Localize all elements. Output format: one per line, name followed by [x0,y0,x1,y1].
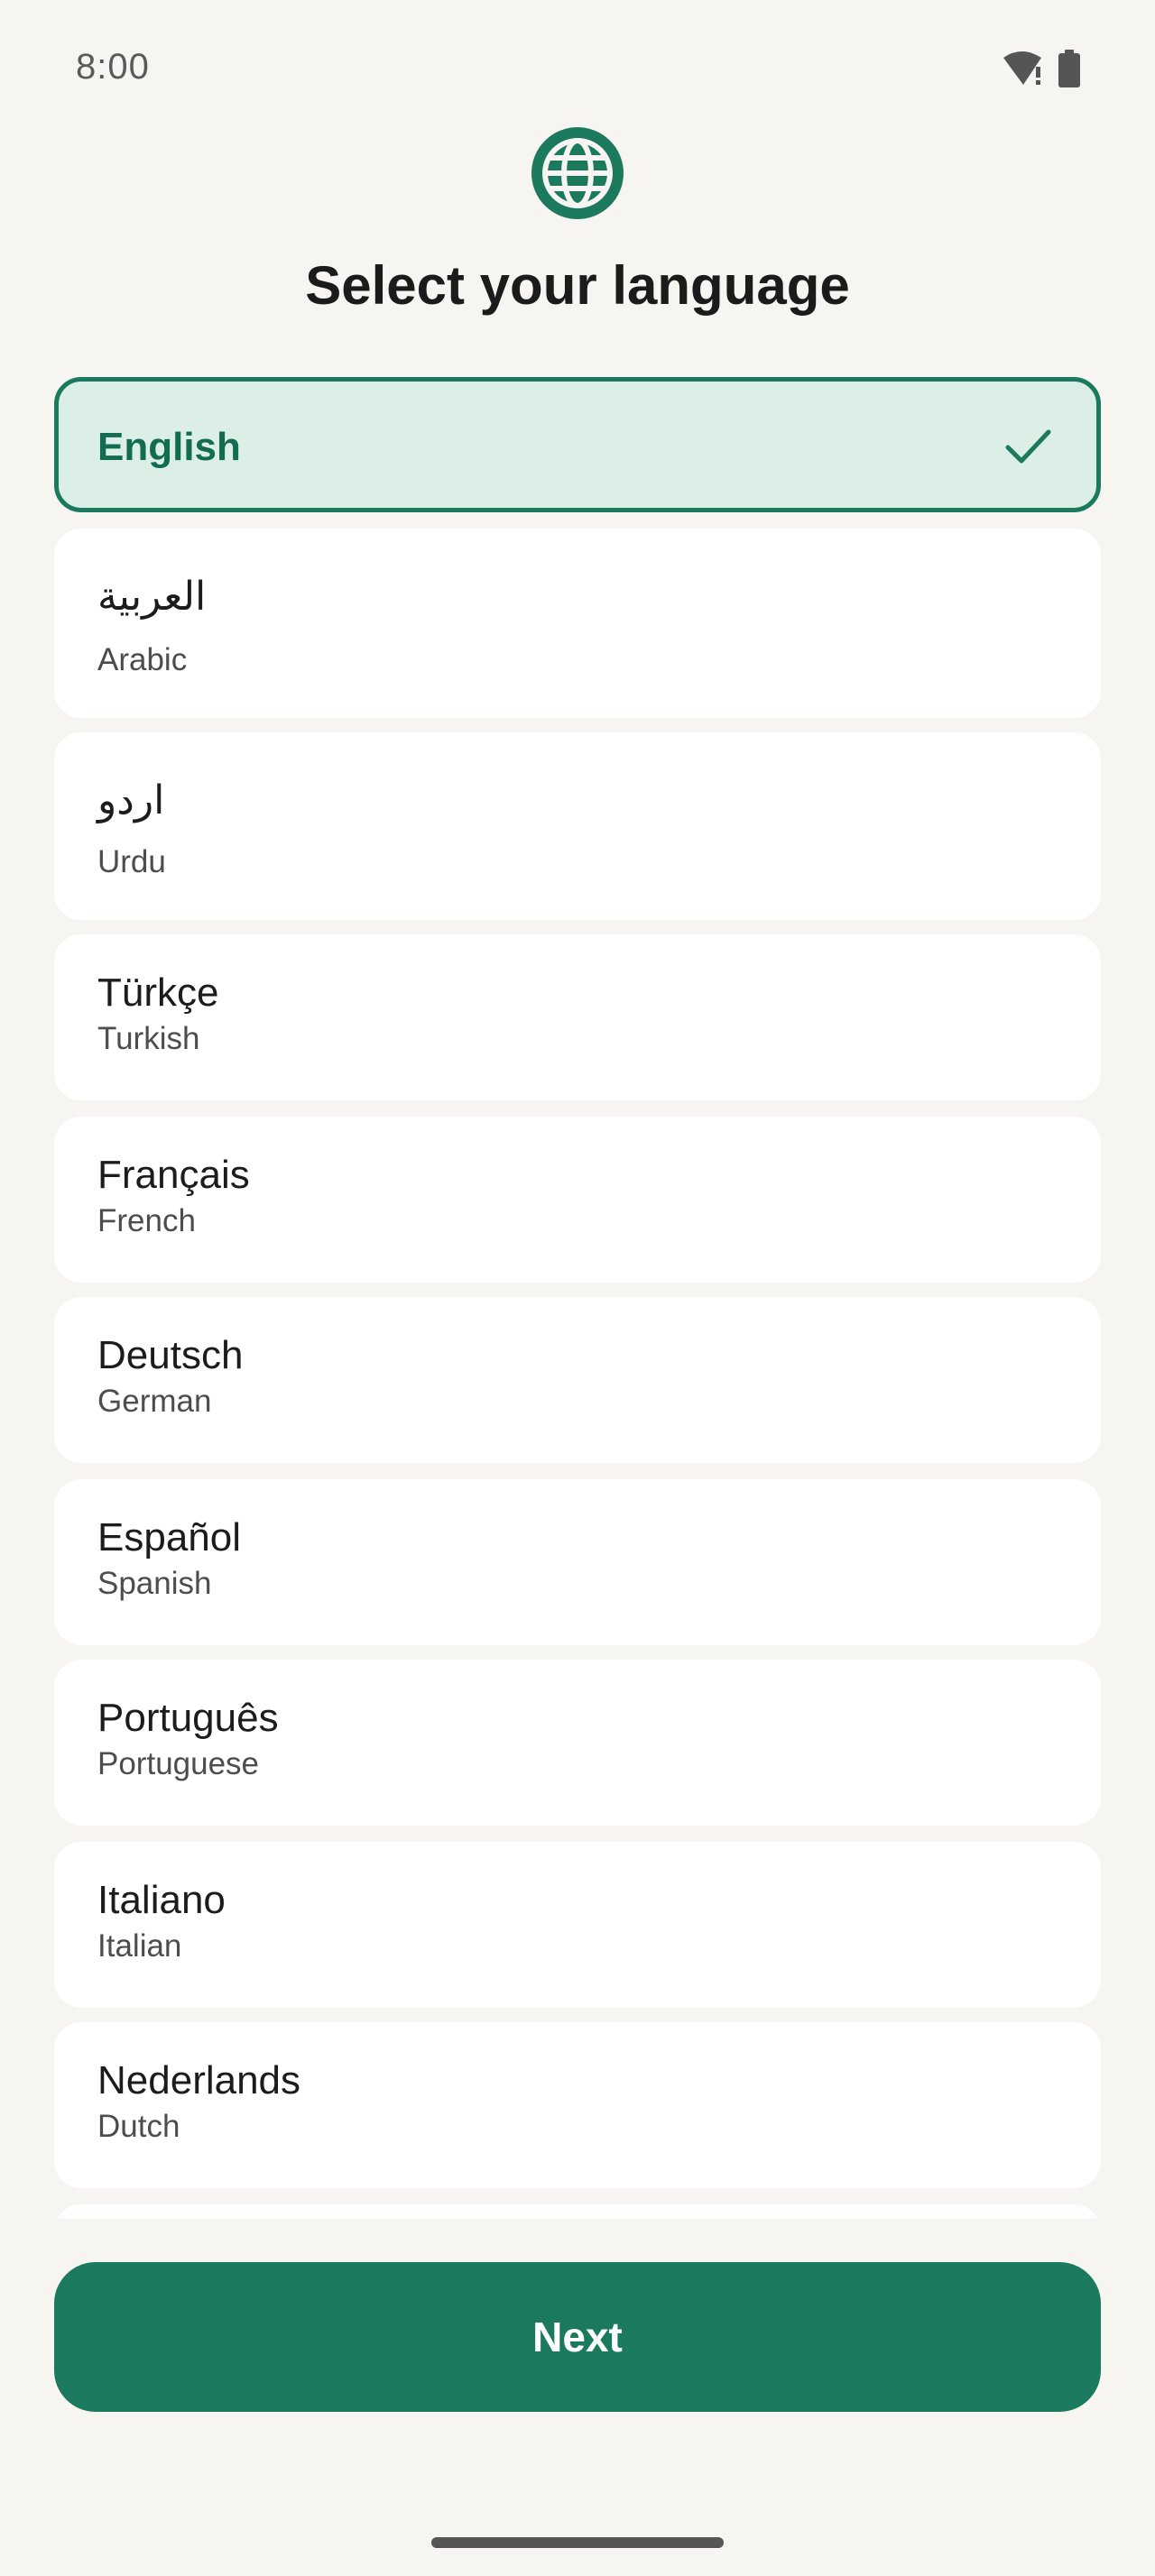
language-item-turkish[interactable]: Türkçe Turkish [54,934,1101,1100]
language-english-name: German [97,1384,212,1419]
language-item-english[interactable]: English [54,377,1101,512]
language-english-name: Arabic [97,642,188,677]
language-english-name: Italian [97,1928,182,1964]
language-item-french[interactable]: Français French [54,1117,1101,1283]
language-item-urdu[interactable]: اردو Urdu [54,732,1101,920]
home-indicator[interactable] [431,2537,724,2548]
language-native-name: Português [97,1696,279,1740]
language-native-name: Deutsch [97,1333,244,1377]
language-list[interactable]: English العربية Arabic اردو Urdu Türkçe … [54,377,1101,2219]
language-item-portuguese[interactable]: Português Portuguese [54,1660,1101,1826]
status-time: 8:00 [76,47,150,87]
language-native-name: English [97,425,241,469]
language-item-italian[interactable]: Italiano Italian [54,1842,1101,2008]
language-english-name: Portuguese [97,1746,260,1781]
language-english-name: Spanish [97,1566,212,1601]
check-icon [1005,429,1051,464]
language-item-dutch[interactable]: Nederlands Dutch [54,2022,1101,2188]
language-native-name: اردو [97,778,165,823]
language-english-name: Urdu [97,844,166,879]
language-item-spanish[interactable]: Español Spanish [54,1479,1101,1645]
battery-icon [1058,50,1080,87]
language-english-name: Dutch [97,2109,180,2144]
language-native-name: Nederlands [97,2058,301,2102]
language-native-name: Español [97,1515,242,1559]
language-item-arabic[interactable]: العربية Arabic [54,529,1101,718]
next-button[interactable]: Next [54,2262,1101,2412]
status-bar: 8:00 [0,0,1155,135]
status-icons [1002,47,1081,90]
language-native-name: Français [97,1153,250,1197]
language-item-german[interactable]: Deutsch German [54,1297,1101,1463]
language-native-name: العربية [97,575,207,619]
globe-icon [531,127,624,219]
language-english-name: French [97,1203,196,1238]
language-native-name: Italiano [97,1878,226,1922]
page-title: Select your language [305,255,850,316]
language-english-name: Turkish [97,1021,200,1056]
wifi-alert-icon [1003,51,1041,85]
language-item-partial[interactable] [54,2204,1101,2219]
language-native-name: Türkçe [97,971,219,1015]
